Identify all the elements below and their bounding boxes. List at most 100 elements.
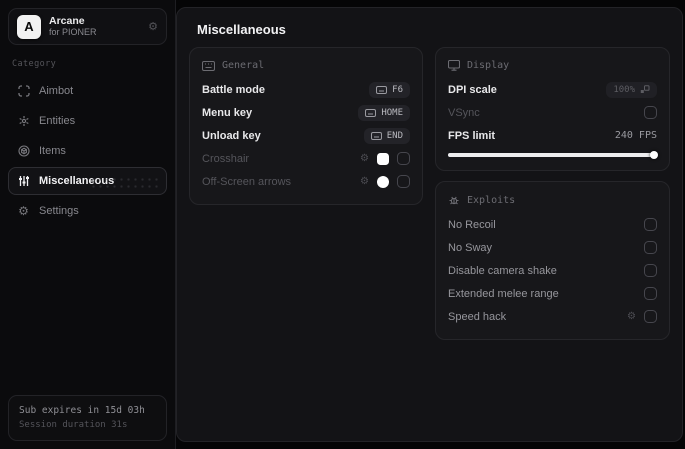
logo-letter: A bbox=[24, 19, 34, 34]
keybind-value: F6 bbox=[392, 84, 403, 95]
general-card: General Battle mode F6 Menu key HOME Unl… bbox=[189, 47, 423, 205]
fps-limit-label: FPS limit bbox=[448, 129, 496, 142]
session-duration-text: Session duration 31s bbox=[19, 419, 128, 430]
offscreen-arrows-label: Off-Screen arrows bbox=[202, 175, 292, 188]
display-card-header: Display bbox=[448, 60, 657, 71]
app-subtitle: for PIONER bbox=[49, 27, 97, 38]
sidebar-item-miscellaneous[interactable]: Miscellaneous bbox=[8, 167, 167, 195]
disable-camera-shake-row: Disable camera shake bbox=[448, 259, 657, 282]
exploits-card: Exploits No Recoil No Sway Disable camer… bbox=[435, 181, 670, 340]
keyboard-icon bbox=[365, 108, 377, 117]
no-sway-label: No Sway bbox=[448, 241, 493, 254]
unload-key-keybind[interactable]: END bbox=[363, 127, 410, 144]
sidebar: A Arcane for PIONER ⚙ Category Aimbot En… bbox=[0, 0, 176, 449]
app-logo: A bbox=[17, 14, 41, 39]
fps-limit-slider[interactable] bbox=[448, 151, 658, 159]
offscreen-arrows-row: Off-Screen arrows ⚙ bbox=[202, 170, 410, 193]
slider-thumb[interactable] bbox=[650, 151, 658, 159]
sub-expires-text: Sub expires in 15d 03h bbox=[19, 405, 145, 417]
dpi-scale-value: 100% bbox=[613, 84, 635, 95]
sidebar-item-label: Aimbot bbox=[39, 85, 74, 97]
slider-track bbox=[448, 153, 657, 157]
left-column: General Battle mode F6 Menu key HOME Unl… bbox=[189, 47, 423, 205]
bug-icon bbox=[449, 196, 459, 205]
battle-mode-label: Battle mode bbox=[202, 83, 265, 96]
sidebar-item-label: Entities bbox=[39, 115, 76, 127]
sidebar-item-settings[interactable]: ⚙ Settings bbox=[8, 197, 167, 225]
vsync-row: VSync bbox=[448, 101, 657, 124]
dpi-scale-label: DPI scale bbox=[448, 83, 497, 96]
no-recoil-row: No Recoil bbox=[448, 213, 657, 236]
app-name: Arcane bbox=[49, 15, 85, 28]
dpi-scale-select[interactable]: 100% bbox=[606, 81, 657, 98]
fps-limit-value: 240 FPS bbox=[614, 130, 657, 141]
menu-key-label: Menu key bbox=[202, 106, 253, 119]
crosshair-row: Crosshair ⚙ bbox=[202, 147, 410, 170]
sliders-icon bbox=[17, 175, 30, 188]
sidebar-item-label: Settings bbox=[39, 205, 79, 217]
extended-melee-range-checkbox[interactable] bbox=[644, 287, 657, 300]
extended-melee-range-row: Extended melee range bbox=[448, 282, 657, 305]
exploits-card-header: Exploits bbox=[448, 194, 657, 206]
crosshair-checkbox[interactable] bbox=[397, 152, 410, 165]
monitor-icon bbox=[448, 60, 460, 71]
gear-icon[interactable]: ⚙ bbox=[148, 20, 158, 33]
no-recoil-checkbox[interactable] bbox=[644, 218, 657, 231]
keybind-value: HOME bbox=[381, 107, 403, 118]
fps-limit-row: FPS limit 240 FPS bbox=[448, 124, 657, 147]
menu-key-row: Menu key HOME bbox=[202, 101, 410, 124]
crosshair-controls: ⚙ bbox=[360, 152, 410, 165]
entities-icon bbox=[17, 115, 30, 128]
logo-card: A Arcane for PIONER ⚙ bbox=[8, 8, 167, 45]
content-columns: General Battle mode F6 Menu key HOME Unl… bbox=[177, 47, 682, 340]
app-title-block: Arcane for PIONER bbox=[49, 15, 140, 37]
gear-icon: ⚙ bbox=[18, 204, 29, 218]
general-header-label: General bbox=[222, 60, 265, 71]
disable-camera-shake-checkbox[interactable] bbox=[644, 264, 657, 277]
keyboard-icon bbox=[370, 131, 382, 140]
battle-mode-keybind[interactable]: F6 bbox=[369, 81, 410, 98]
main-panel: Miscellaneous General Battle mode F6 Men… bbox=[176, 7, 683, 442]
crosshair-scan-icon bbox=[17, 85, 30, 98]
sidebar-item-label: Miscellaneous bbox=[39, 175, 115, 187]
general-card-header: General bbox=[202, 60, 410, 71]
keyboard-icon bbox=[202, 60, 215, 71]
sidebar-item-aimbot[interactable]: Aimbot bbox=[8, 77, 167, 105]
crosshair-label: Crosshair bbox=[202, 152, 250, 165]
offscreen-arrows-controls: ⚙ bbox=[360, 175, 410, 188]
gear-icon[interactable]: ⚙ bbox=[360, 153, 369, 164]
unload-key-label: Unload key bbox=[202, 129, 261, 142]
sidebar-nav: Aimbot Entities Items Miscellaneous ⚙ Se… bbox=[8, 77, 167, 225]
keyboard-icon bbox=[376, 85, 388, 94]
speed-hack-controls: ⚙ bbox=[627, 310, 657, 323]
sidebar-item-label: Items bbox=[39, 145, 66, 157]
menu-key-keybind[interactable]: HOME bbox=[358, 104, 410, 121]
offscreen-arrows-color-swatch[interactable] bbox=[377, 175, 389, 188]
battle-mode-row: Battle mode F6 bbox=[202, 78, 410, 101]
no-sway-row: No Sway bbox=[448, 236, 657, 259]
sidebar-item-entities[interactable]: Entities bbox=[8, 107, 167, 135]
disable-camera-shake-label: Disable camera shake bbox=[448, 264, 557, 277]
gear-icon[interactable]: ⚙ bbox=[360, 176, 369, 187]
keybind-value: END bbox=[386, 130, 403, 141]
vsync-checkbox[interactable] bbox=[644, 106, 657, 119]
right-column: Display DPI scale 100% VSync FPS limit 2… bbox=[435, 47, 670, 340]
dpi-scale-row: DPI scale 100% bbox=[448, 78, 657, 101]
sidebar-item-items[interactable]: Items bbox=[8, 137, 167, 165]
unload-key-row: Unload key END bbox=[202, 124, 410, 147]
no-recoil-label: No Recoil bbox=[448, 218, 496, 231]
category-label: Category bbox=[12, 59, 57, 69]
no-sway-checkbox[interactable] bbox=[644, 241, 657, 254]
display-header-label: Display bbox=[467, 60, 510, 71]
vsync-label: VSync bbox=[448, 106, 480, 119]
subscription-status-card: Sub expires in 15d 03h Session duration … bbox=[8, 395, 167, 441]
offscreen-arrows-checkbox[interactable] bbox=[397, 175, 410, 188]
speed-hack-checkbox[interactable] bbox=[644, 310, 657, 323]
extended-melee-range-label: Extended melee range bbox=[448, 287, 559, 300]
crosshair-color-swatch[interactable] bbox=[377, 152, 389, 165]
gear-icon[interactable]: ⚙ bbox=[627, 311, 636, 322]
exploits-header-label: Exploits bbox=[467, 194, 516, 206]
speed-hack-row: Speed hack ⚙ bbox=[448, 305, 657, 328]
speed-hack-label: Speed hack bbox=[448, 310, 507, 323]
scale-squares-icon bbox=[640, 85, 650, 93]
